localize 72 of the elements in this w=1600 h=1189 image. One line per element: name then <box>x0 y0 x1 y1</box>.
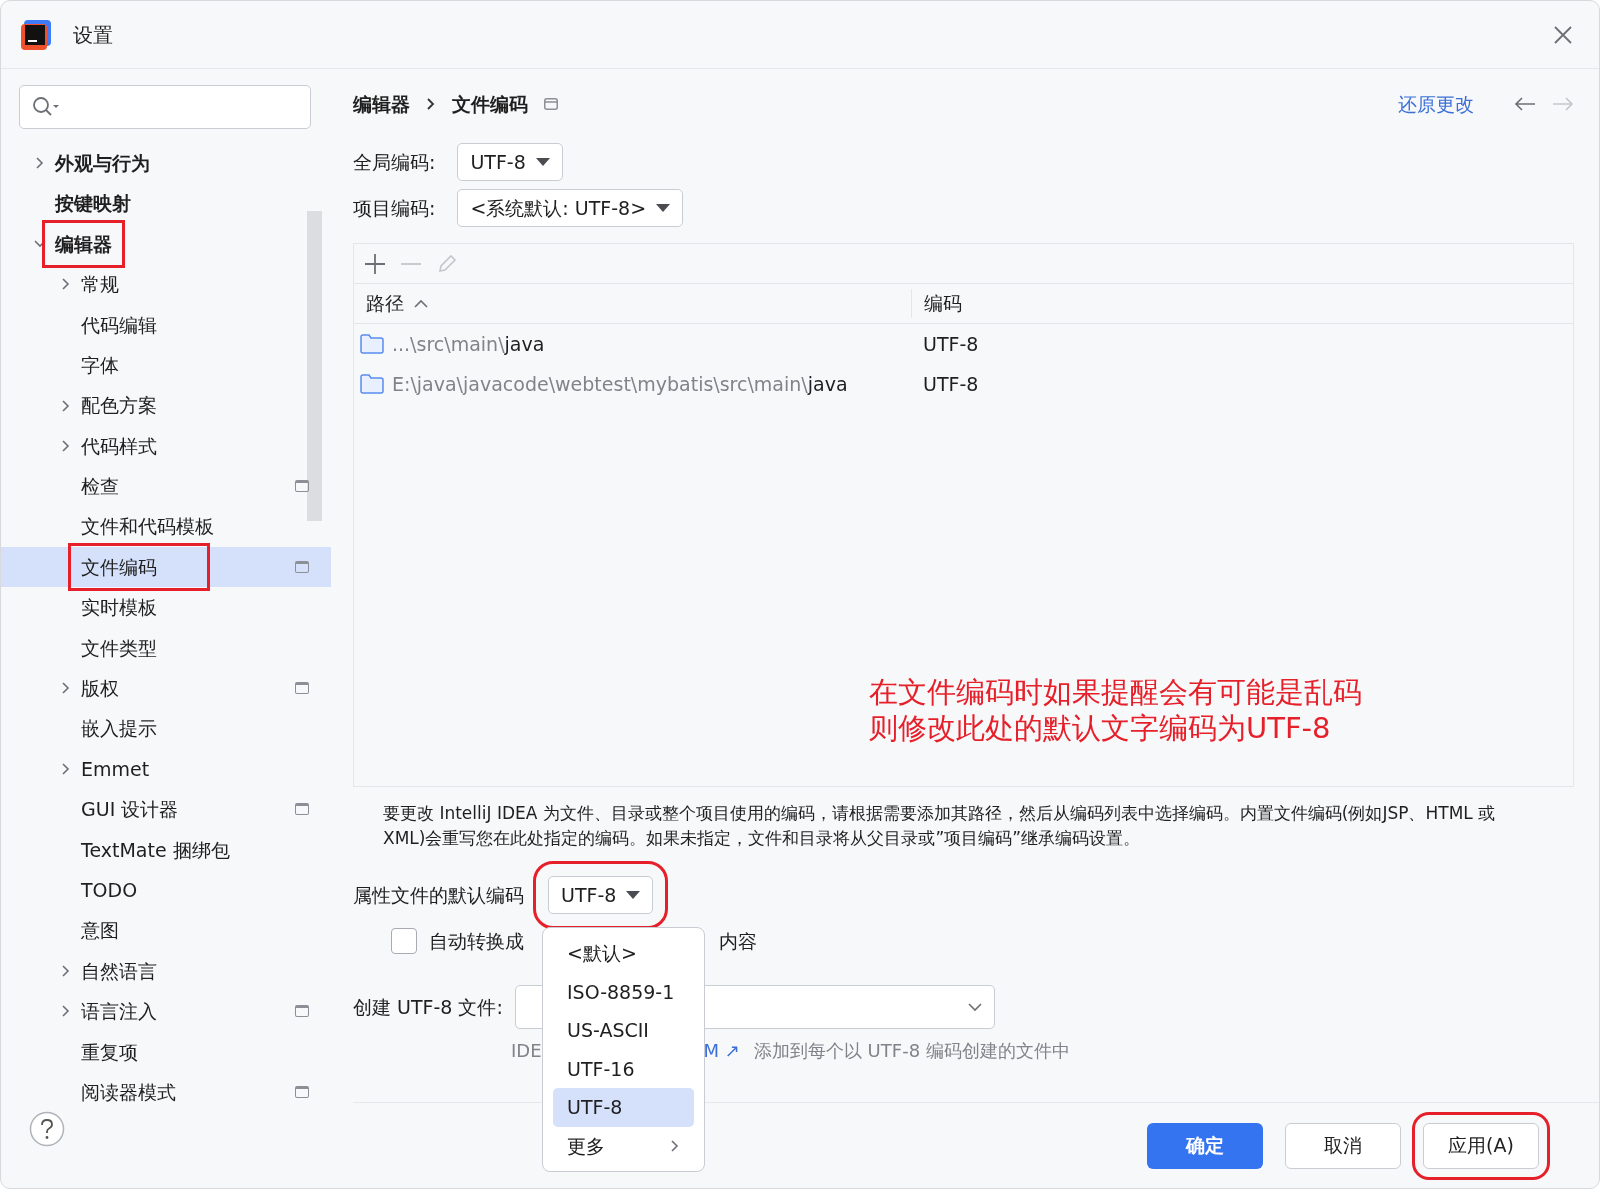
chevron-down-icon <box>967 1002 982 1013</box>
menu-item[interactable]: 更多 <box>553 1126 694 1165</box>
sidebar-item[interactable]: 外观与行为 <box>1 143 331 184</box>
sidebar-item[interactable]: 文件类型 <box>1 627 331 669</box>
sidebar-item[interactable]: 检查 <box>1 466 331 507</box>
reset-link[interactable]: 还原更改 <box>1398 89 1474 119</box>
menu-item[interactable]: <默认> <box>553 934 694 973</box>
breadcrumb-item[interactable]: 编辑器 <box>353 89 410 119</box>
field-label: 项目编码: <box>353 195 436 221</box>
window-title: 设置 <box>73 21 113 49</box>
description-text: 要更改 IntelliJ IDEA 为文件、目录或整个项目使用的编码，请根据需要添加其路径，然后从编码列表中选择编码。内置文件编码(例如JSP、HTML 或 XML)会重写您在此处指定的编码。如果未指定，文件和目录将从父目录或”项目编码”继承编码设置。 <box>382 802 1497 850</box>
menu-item[interactable]: UTF-8 <box>553 1088 694 1127</box>
sidebar-item[interactable]: 字体 <box>1 344 331 386</box>
checkbox-label: 自动转换成 <box>429 929 524 955</box>
sidebar-item[interactable]: 自然语言 <box>1 950 331 992</box>
table-cell-text: ...\src\main\java <box>392 331 545 357</box>
annotation-text: 则修改此处的默认文字编码为UTF-8 <box>869 710 1332 747</box>
help-icon[interactable] <box>29 1111 65 1147</box>
sidebar-item[interactable]: 编辑器 <box>1 223 331 265</box>
sidebar-item[interactable]: TextMate 捆绑包 <box>1 829 331 871</box>
column-header[interactable]: 编码 <box>924 289 962 318</box>
sidebar-item[interactable]: 常规 <box>1 264 331 305</box>
project-level-icon <box>544 98 558 110</box>
sidebar-item[interactable]: 意图 <box>1 910 331 951</box>
sidebar-item[interactable]: 重复项 <box>1 1031 331 1072</box>
ok-button[interactable]: 确定 <box>1147 1122 1263 1169</box>
field-label: 全局编码: <box>353 149 436 175</box>
annotation-text: 在文件编码时如果提醒会有可能是乱码 <box>869 674 1362 711</box>
forward-arrow-icon[interactable] <box>1552 96 1574 112</box>
sidebar-item[interactable]: 文件编码 <box>1 546 331 588</box>
pencil-icon[interactable] <box>436 252 458 275</box>
menu-item[interactable]: UTF-16 <box>553 1049 694 1088</box>
dialog-button[interactable]: 取消 <box>1285 1122 1401 1169</box>
checkbox-label: 内容 <box>719 929 757 955</box>
app-logo-icon <box>21 19 51 50</box>
sidebar-item[interactable]: 按键映射 <box>1 183 331 224</box>
table-cell: UTF-8 <box>923 372 979 395</box>
sidebar-item[interactable]: 实时模板 <box>1 587 331 628</box>
sidebar-item[interactable]: 配色方案 <box>1 385 331 426</box>
hint-text: 添加到每个以 UTF-8 编码创建的文件中 <box>753 1038 1070 1063</box>
menu-item[interactable]: US-ASCII <box>553 1011 694 1050</box>
bom-link[interactable]: M ↗ <box>703 1036 740 1064</box>
sidebar-item[interactable]: TODO <box>1 870 331 911</box>
back-arrow-icon[interactable] <box>1514 96 1536 112</box>
column-header[interactable]: 路径 <box>366 289 404 318</box>
encoding-dropdown[interactable]: UTF-8 <box>457 143 563 181</box>
breadcrumb-item[interactable]: 文件编码 <box>452 89 528 119</box>
sidebar-item[interactable]: 代码编辑 <box>1 304 331 345</box>
table-cell-text: E:\java\javacode\webtest\mybatis\src\main\java <box>392 371 848 397</box>
menu-item[interactable]: ISO-8859-1 <box>553 972 694 1011</box>
sidebar-item[interactable]: 版权 <box>1 668 331 709</box>
sidebar-item[interactable]: 嵌入提示 <box>1 708 331 749</box>
folder-icon <box>360 374 384 394</box>
sidebar-item[interactable]: GUI 设计器 <box>1 789 331 830</box>
encoding-dropdown[interactable]: <系统默认: UTF-8> <box>457 189 684 227</box>
chevron-right-icon <box>426 97 436 111</box>
folder-icon <box>360 334 384 354</box>
search-field[interactable] <box>19 85 311 129</box>
sidebar-item[interactable]: 语言注入 <box>1 991 331 1032</box>
scrollbar[interactable] <box>307 211 322 521</box>
field-label: 创建 UTF-8 文件: <box>353 995 503 1021</box>
add-icon[interactable] <box>364 252 386 275</box>
hint-text: IDE <box>511 1038 542 1063</box>
close-icon[interactable] <box>1553 24 1573 45</box>
sidebar-item[interactable]: 代码样式 <box>1 425 331 467</box>
sidebar-item[interactable]: 阅读器模式 <box>1 1072 331 1113</box>
field-label: 属性文件的默认编码 <box>353 883 524 909</box>
sidebar-item[interactable]: 文件和代码模板 <box>1 506 331 547</box>
checkbox[interactable] <box>391 928 417 955</box>
table-cell: UTF-8 <box>923 332 979 355</box>
sidebar-item[interactable]: Emmet <box>1 748 331 790</box>
search-icon <box>32 96 60 118</box>
